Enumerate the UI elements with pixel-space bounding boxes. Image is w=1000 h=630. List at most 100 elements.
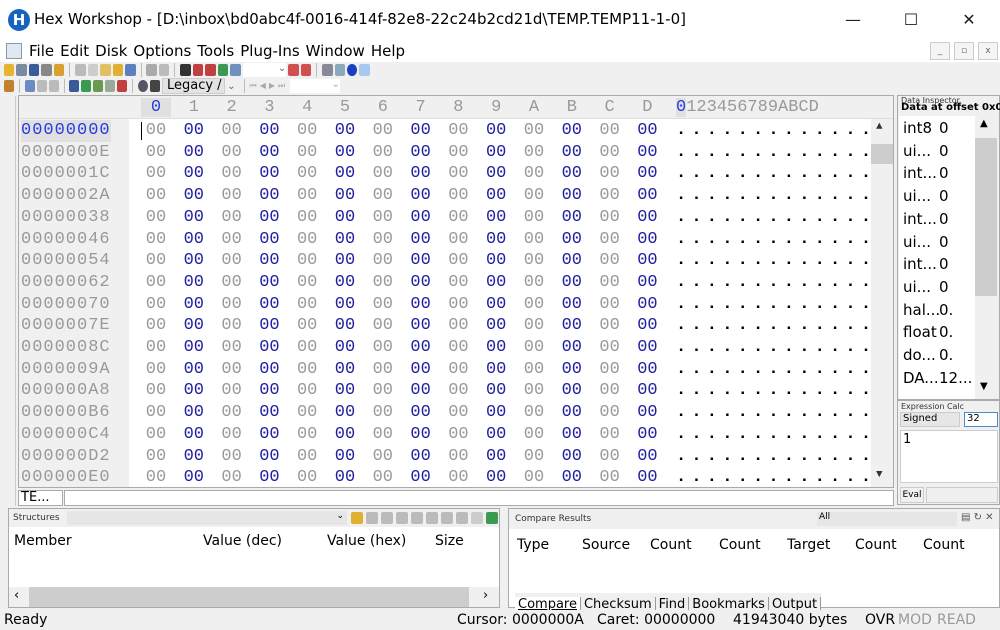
byte-cell[interactable]: 00 — [443, 424, 473, 446]
byte-cell[interactable]: 00 — [368, 207, 398, 229]
byte-cell[interactable]: 00 — [254, 163, 284, 185]
byte-cell[interactable]: 00 — [519, 250, 549, 272]
bit-width-select[interactable]: 32 — [964, 412, 998, 427]
byte-cell[interactable]: 00 — [179, 315, 209, 337]
byte-cell[interactable]: 00 — [292, 424, 322, 446]
ascii-text[interactable]: .............. — [676, 467, 892, 487]
byte-cell[interactable]: 00 — [481, 120, 511, 142]
checksum-icon[interactable] — [69, 80, 80, 92]
document-icon[interactable] — [6, 43, 22, 59]
byte-cell[interactable]: 00 — [406, 185, 436, 207]
byte-cell[interactable]: 00 — [595, 467, 625, 487]
byte-cell[interactable]: 00 — [595, 120, 625, 142]
byte-cell[interactable]: 00 — [632, 380, 662, 402]
byte-cell[interactable]: 00 — [595, 142, 625, 164]
byte-cell[interactable]: 00 — [595, 424, 625, 446]
byte-cell[interactable]: 00 — [254, 250, 284, 272]
byte-cell[interactable]: 00 — [406, 163, 436, 185]
byte-cell[interactable]: 00 — [406, 359, 436, 381]
byte-cell[interactable]: 00 — [217, 359, 247, 381]
paste-special-icon[interactable] — [112, 64, 124, 76]
byte-cell[interactable]: 00 — [141, 163, 171, 185]
byte-cell[interactable]: 00 — [595, 207, 625, 229]
table-row[interactable]: 000000C4 00 00 00 00 00 00 00 00 00 00 00 00 00 00....… — [19, 424, 886, 446]
byte-cell[interactable]: 00 — [254, 359, 284, 381]
byte-cell[interactable]: 00 — [406, 402, 436, 424]
byte-cell[interactable]: 00 — [557, 424, 587, 446]
inspector-row[interactable]: int... 0 — [903, 255, 949, 273]
byte-cell[interactable]: 00 — [632, 315, 662, 337]
byte-cell[interactable]: 00 — [254, 402, 284, 424]
structures-icon[interactable] — [93, 80, 104, 92]
byte-cell[interactable]: 00 — [519, 446, 549, 468]
table-row[interactable]: 00000062 00 00 00 00 00 00 00 00 00 00 00 00 00 00....… — [19, 272, 886, 294]
inspector-row[interactable]: int... 0 — [903, 164, 949, 182]
byte-cell[interactable]: 00 — [406, 142, 436, 164]
ascii-text[interactable]: .............. — [676, 120, 892, 142]
structures-dropdown[interactable]: ⌄ — [67, 511, 347, 525]
goto-dropdown[interactable]: ⌄ — [242, 63, 287, 77]
byte-cell[interactable]: 00 — [519, 424, 549, 446]
byte-cell[interactable]: 00 — [557, 229, 587, 251]
mdi-restore-button[interactable]: ▫ — [954, 42, 974, 60]
byte-cell[interactable]: 00 — [519, 359, 549, 381]
byte-cell[interactable]: 00 — [179, 424, 209, 446]
byte-cell[interactable]: 00 — [368, 467, 398, 487]
byte-cell[interactable]: 00 — [292, 120, 322, 142]
byte-cell[interactable]: 00 — [292, 315, 322, 337]
byte-cell[interactable]: 00 — [481, 380, 511, 402]
byte-cell[interactable]: 00 — [632, 337, 662, 359]
column-size[interactable]: Size — [435, 533, 464, 549]
open-icon[interactable] — [4, 64, 15, 76]
hex-rows[interactable]: 00000000 00 00 00 00 00 00 00 00 00 00 00 00 00 00....… — [19, 120, 886, 487]
byte-cell[interactable]: 00 — [443, 467, 473, 487]
byte-cell[interactable]: 00 — [368, 294, 398, 316]
byte-cell[interactable]: 00 — [519, 315, 549, 337]
byte-cell[interactable]: 00 — [330, 229, 360, 251]
byte-cell[interactable]: 00 — [368, 424, 398, 446]
ascii-text[interactable]: .............. — [676, 207, 892, 229]
vertical-scrollbar[interactable]: ▲ ▼ — [871, 119, 893, 487]
column-count[interactable]: Count — [650, 537, 692, 553]
byte-cell[interactable]: 00 — [481, 467, 511, 487]
data-inspector-list[interactable]: int8 0 ui... 0 int... 0 ui... 0 int... 0 ui... 0 int… — [899, 116, 975, 399]
select-block-icon[interactable] — [334, 64, 345, 76]
byte-cell[interactable]: 00 — [141, 142, 171, 164]
byte-cell[interactable]: 00 — [330, 359, 360, 381]
byte-cell[interactable]: 00 — [330, 446, 360, 468]
byte-cell[interactable]: 00 — [443, 142, 473, 164]
byte-cell[interactable]: 00 — [330, 315, 360, 337]
scrollbar-thumb[interactable] — [871, 144, 893, 164]
byte-cell[interactable]: 00 — [292, 380, 322, 402]
byte-cell[interactable]: 00 — [406, 380, 436, 402]
byte-cell[interactable]: 00 — [292, 185, 322, 207]
collapse-icon[interactable] — [426, 512, 438, 524]
byte-cell[interactable]: 00 — [519, 402, 549, 424]
byte-cell[interactable]: 00 — [632, 229, 662, 251]
find-next-icon[interactable] — [205, 64, 216, 76]
byte-cell[interactable]: 00 — [217, 337, 247, 359]
byte-cell[interactable]: 00 — [519, 272, 549, 294]
byte-cell[interactable]: 00 — [406, 120, 436, 142]
bookmark-prev-icon[interactable] — [288, 64, 299, 76]
ascii-text[interactable]: .............. — [676, 163, 892, 185]
byte-cell[interactable]: 00 — [406, 272, 436, 294]
byte-cell[interactable]: 00 — [254, 142, 284, 164]
byte-cell[interactable]: 00 — [481, 207, 511, 229]
inspector-row[interactable]: int... 0 — [903, 210, 949, 228]
chevron-down-icon[interactable]: ⌄ — [227, 81, 239, 92]
eval-button[interactable]: Eval — [900, 487, 924, 503]
inspector-row[interactable]: int8 0 — [903, 119, 949, 137]
byte-cell[interactable]: 00 — [481, 272, 511, 294]
byte-cell[interactable]: 00 — [406, 446, 436, 468]
remove-icon[interactable] — [381, 512, 393, 524]
column-target[interactable]: Target — [787, 537, 830, 553]
byte-cell[interactable]: 00 — [443, 272, 473, 294]
byte-cell[interactable]: 00 — [481, 359, 511, 381]
byte-cell[interactable]: 00 — [406, 294, 436, 316]
ascii-text[interactable]: .............. — [676, 359, 892, 381]
byte-cell[interactable]: 00 — [481, 142, 511, 164]
scroll-down-icon[interactable]: ▼ — [876, 469, 883, 481]
redo-icon[interactable] — [158, 64, 170, 76]
byte-cell[interactable]: 00 — [330, 402, 360, 424]
